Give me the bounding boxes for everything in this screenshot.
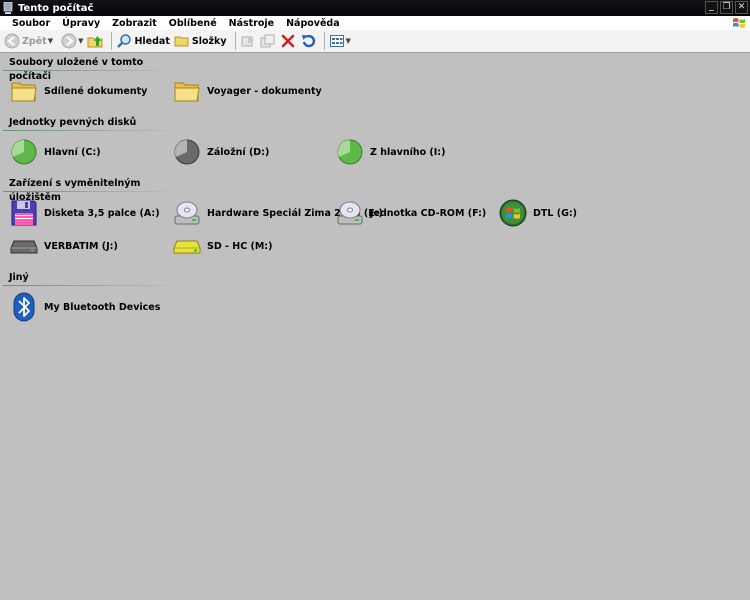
item-label: DTL (G:)	[533, 207, 578, 219]
item-floppy-a[interactable]: Disketa 3,5 palce (A:)	[9, 197, 160, 229]
title-bar: Tento počítač _ ❐ ✕	[0, 0, 750, 16]
cd-drive-icon	[174, 201, 200, 225]
item-label: Jednotka CD-ROM (F:)	[370, 207, 487, 219]
delete-icon	[281, 34, 294, 48]
minimize-button[interactable]: _	[705, 1, 718, 14]
item-drive-g[interactable]: DTL (G:)	[498, 197, 577, 229]
item-bluetooth-devices[interactable]: My Bluetooth Devices	[9, 291, 160, 323]
restore-button[interactable]: ❐	[720, 1, 733, 14]
menu-edit[interactable]: Úpravy	[56, 18, 106, 29]
bluetooth-icon	[13, 292, 35, 322]
undo-button[interactable]	[300, 33, 316, 49]
menu-file[interactable]: Soubor	[6, 18, 56, 29]
item-label: Hlavní (C:)	[44, 146, 101, 158]
item-shared-documents[interactable]: Sdílené dokumenty	[9, 75, 147, 107]
menu-help[interactable]: Nápověda	[280, 18, 346, 29]
floppy-disk-icon	[11, 200, 37, 226]
item-label: My Bluetooth Devices	[44, 301, 161, 313]
back-arrow-icon	[4, 33, 20, 49]
item-drive-c[interactable]: Hlavní (C:)	[9, 136, 101, 168]
windows-orb-icon	[499, 199, 527, 227]
item-label: Záložní (D:)	[207, 146, 270, 158]
move-to-button[interactable]	[240, 33, 256, 49]
move-to-icon	[241, 36, 254, 47]
sd-card-drive-icon	[173, 240, 201, 254]
item-label: SD - HC (M:)	[207, 240, 273, 252]
menu-favorites[interactable]: Oblíbené	[163, 18, 223, 29]
item-label: Sdílené dokumenty	[44, 85, 148, 97]
file-view: Soubory uložené v tomto počítači Sdílené…	[0, 54, 750, 600]
item-drive-j[interactable]: VERBATIM (J:)	[9, 230, 118, 262]
disk-pie-green-icon	[11, 139, 37, 165]
item-label: Disketa 3,5 palce (A:)	[44, 207, 160, 219]
section-header-hdd: Jednotky pevných disků	[0, 116, 180, 131]
toolbar: Zpět ▼ ▼ Hledat Složky ▼	[0, 30, 750, 53]
removable-drive-icon	[10, 240, 38, 254]
folders-icon	[174, 36, 189, 47]
folder-icon	[174, 82, 200, 102]
disk-pie-gray-icon	[174, 139, 200, 165]
item-label: Z hlavního (I:)	[370, 146, 446, 158]
menu-tools[interactable]: Nástroje	[223, 18, 280, 29]
section-header-removable: Zařízení s vyměnitelným úložištěm	[0, 177, 180, 203]
section-header-other: Jiný	[0, 271, 180, 286]
item-drive-d[interactable]: Záložní (D:)	[172, 136, 269, 168]
copy-to-icon	[260, 34, 275, 48]
item-drive-f[interactable]: Jednotka CD-ROM (F:)	[335, 197, 486, 229]
item-drive-i[interactable]: Z hlavního (I:)	[335, 136, 445, 168]
section-header-stored: Soubory uložené v tomto počítači	[0, 56, 180, 82]
cd-drive-icon	[337, 201, 363, 225]
chevron-down-icon: ▼	[47, 37, 54, 45]
item-voyager-documents[interactable]: Voyager - dokumenty	[172, 75, 322, 107]
up-folder-button[interactable]	[87, 33, 103, 49]
search-label: Hledat	[134, 35, 170, 47]
close-button[interactable]: ✕	[735, 1, 748, 14]
back-label: Zpět	[22, 35, 47, 47]
folders-button[interactable]: Složky	[174, 33, 227, 49]
forward-arrow-icon	[61, 33, 77, 49]
item-drive-m[interactable]: SD - HC (M:)	[172, 230, 272, 262]
forward-button[interactable]: ▼	[61, 33, 83, 49]
folder-icon	[11, 82, 37, 102]
computer-icon	[3, 2, 13, 14]
item-label: Voyager - dokumenty	[207, 85, 322, 97]
delete-button[interactable]	[280, 33, 296, 49]
menu-bar: Soubor Úpravy Zobrazit Oblíbené Nástroje…	[0, 16, 750, 30]
copy-to-button[interactable]	[260, 33, 276, 49]
disk-pie-green-icon	[337, 139, 363, 165]
views-icon	[329, 35, 344, 47]
undo-icon	[301, 34, 315, 48]
chevron-down-icon: ▼	[345, 37, 351, 45]
item-label: VERBATIM (J:)	[44, 240, 118, 252]
search-icon	[117, 34, 132, 48]
window-title: Tento počítač	[18, 2, 94, 14]
search-button[interactable]: Hledat	[116, 33, 170, 49]
back-button[interactable]: Zpět ▼	[4, 33, 53, 49]
views-button[interactable]: ▼	[329, 33, 351, 49]
chevron-down-icon: ▼	[78, 37, 84, 45]
folder-up-icon	[87, 36, 103, 48]
windows-logo-icon	[733, 18, 745, 28]
folders-label: Složky	[191, 35, 227, 47]
menu-view[interactable]: Zobrazit	[106, 18, 163, 29]
